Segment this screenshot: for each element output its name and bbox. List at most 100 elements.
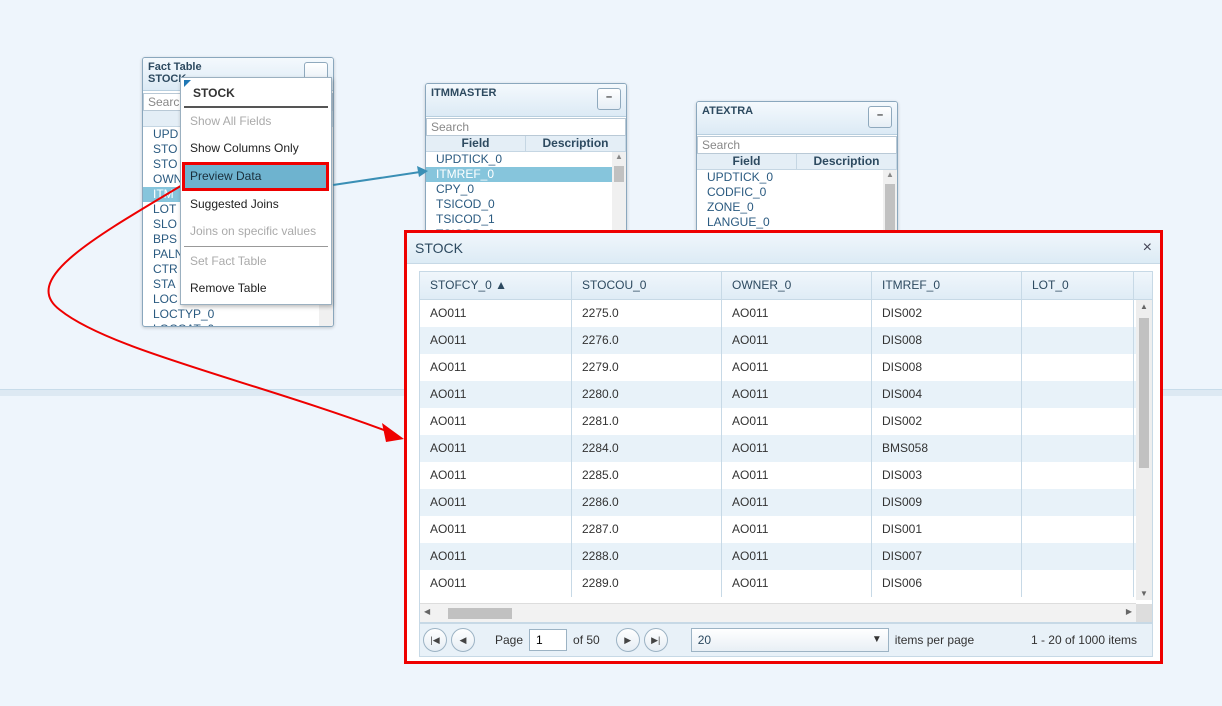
first-page-icon[interactable]: |◀ [423, 628, 447, 652]
table-cell [1022, 408, 1134, 435]
atextra-header[interactable]: ATEXTRA – [697, 102, 897, 135]
table-cell: 2280.0 [572, 381, 722, 408]
table-cell: AO011 [420, 462, 572, 489]
page-size-select[interactable]: 20 ▼ [690, 628, 889, 652]
menu-item-show-all-fields[interactable]: Show All Fields [181, 108, 331, 135]
itmmaster-table[interactable]: ITMMASTER – Search Field Description UPD… [425, 83, 627, 235]
menu-item-preview-data[interactable]: Preview Data [182, 162, 329, 191]
table-row[interactable]: AO011 2287.0 AO011 DIS001 [420, 516, 1152, 543]
table-cell: AO011 [722, 516, 872, 543]
table-row[interactable]: AO011 2281.0 AO011 DIS002 [420, 408, 1152, 435]
atextra-search-input[interactable]: Search [697, 136, 897, 154]
table-cell: DIS003 [872, 462, 1022, 489]
table-row[interactable]: AO011 2289.0 AO011 DIS006 [420, 570, 1152, 597]
table-cell [1022, 516, 1134, 543]
scroll-thumb[interactable] [885, 184, 895, 234]
field-list-item[interactable]: ZONE_0 [697, 200, 897, 215]
table-cell: 2275.0 [572, 300, 722, 327]
field-list-item[interactable]: LOCCAT_0 [143, 322, 333, 326]
table-cell [1022, 570, 1134, 597]
column-header-stocou[interactable]: STOCOU_0 [572, 272, 722, 299]
field-list-item[interactable]: CPY_0 [426, 182, 626, 197]
scroll-thumb[interactable] [614, 166, 624, 182]
table-cell: AO011 [722, 435, 872, 462]
table-cell [1022, 462, 1134, 489]
preview-grid[interactable]: STOFCY_0 ▲ STOCOU_0 OWNER_0 ITMREF_0 LOT… [419, 271, 1153, 623]
preview-data-dialog[interactable]: STOCK × STOFCY_0 ▲ STOCOU_0 OWNER_0 ITMR… [404, 230, 1163, 664]
table-cell: AO011 [722, 408, 872, 435]
scroll-up-icon[interactable]: ▲ [612, 152, 626, 161]
page-label: Page [495, 633, 524, 647]
menu-item-remove-table[interactable]: Remove Table [181, 275, 331, 302]
page-size-value: 20 [697, 633, 712, 647]
field-list-item[interactable]: LANGUE_0 [697, 215, 897, 230]
itmmaster-header[interactable]: ITMMASTER – [426, 84, 626, 117]
table-cell: 2288.0 [572, 543, 722, 570]
itmmaster-title: ITMMASTER [431, 87, 497, 99]
scroll-up-icon[interactable]: ▲ [1140, 302, 1148, 311]
last-page-icon[interactable]: ▶| [643, 628, 668, 652]
atextra-scrollbar[interactable]: ▲ [883, 170, 897, 234]
scroll-right-icon[interactable]: ▶ [1126, 607, 1132, 616]
grid-horizontal-scrollbar[interactable]: ◀ ▶ [420, 603, 1136, 622]
field-list-item[interactable]: ITMREF_0 [426, 167, 626, 182]
grid-horizontal-thumb[interactable] [448, 608, 512, 619]
table-cell: AO011 [722, 543, 872, 570]
dialog-titlebar[interactable]: STOCK × [407, 233, 1160, 264]
grid-vertical-scrollbar[interactable]: ▲ ▼ [1136, 300, 1152, 600]
itmmaster-field-list[interactable]: UPDTICK_0ITMREF_0CPY_0TSICOD_0TSICOD_1TS… [426, 152, 626, 234]
minimize-button[interactable]: – [597, 88, 621, 110]
field-list-item[interactable]: UPDTICK_0 [426, 152, 626, 167]
table-row[interactable]: AO011 2284.0 AO011 BMS058 [420, 435, 1152, 462]
column-header-itmref[interactable]: ITMREF_0 [872, 272, 1022, 299]
table-row[interactable]: AO011 2285.0 AO011 DIS003 [420, 462, 1152, 489]
itmmaster-scrollbar[interactable]: ▲ [612, 152, 626, 234]
table-cell: AO011 [420, 570, 572, 597]
next-page-icon[interactable]: ▶ [615, 628, 640, 652]
scroll-down-icon[interactable]: ▼ [1140, 589, 1148, 598]
scroll-left-icon[interactable]: ◀ [424, 607, 430, 616]
table-row[interactable]: AO011 2276.0 AO011 DIS008 [420, 327, 1152, 354]
grid-vertical-thumb[interactable] [1139, 318, 1149, 468]
table-cell: AO011 [420, 489, 572, 516]
itmmaster-search-input[interactable]: Search [426, 118, 626, 136]
table-cell: 2281.0 [572, 408, 722, 435]
scroll-up-icon[interactable]: ▲ [883, 170, 897, 179]
field-list-item[interactable]: LOCTYP_0 [143, 307, 333, 322]
previous-page-icon[interactable]: ◀ [451, 628, 475, 652]
atextra-table[interactable]: ATEXTRA – Search Field Description UPDTI… [696, 101, 898, 235]
table-row[interactable]: AO011 2286.0 AO011 DIS009 [420, 489, 1152, 516]
field-list-item[interactable]: UPDTICK_0 [697, 170, 897, 185]
table-cell: AO011 [420, 300, 572, 327]
table-row[interactable]: AO011 2280.0 AO011 DIS004 [420, 381, 1152, 408]
table-context-menu[interactable]: STOCK Show All Fields Show Columns Only … [180, 77, 332, 305]
page-number-input[interactable]: 1 [529, 629, 568, 651]
table-cell: AO011 [722, 489, 872, 516]
table-cell: DIS008 [872, 354, 1022, 381]
field-list-item[interactable]: TSICOD_1 [426, 212, 626, 227]
scroll-corner [1136, 604, 1152, 622]
table-cell: DIS008 [872, 327, 1022, 354]
atextra-field-list[interactable]: UPDTICK_0 CODFIC_0 ZONE_0 LANGUE_0 ▲ [697, 170, 897, 234]
field-list-item[interactable]: CODFIC_0 [697, 185, 897, 200]
table-cell: AO011 [722, 570, 872, 597]
chevron-down-icon: ▼ [871, 634, 882, 645]
minimize-button[interactable]: – [868, 106, 892, 128]
field-list-item[interactable]: TSICOD_0 [426, 197, 626, 212]
column-header-lot[interactable]: LOT_0 [1022, 272, 1134, 299]
table-cell: 2276.0 [572, 327, 722, 354]
column-header-owner[interactable]: OWNER_0 [722, 272, 872, 299]
table-cell: AO011 [722, 300, 872, 327]
table-row[interactable]: AO011 2275.0 AO011 DIS002 [420, 300, 1152, 327]
column-header-stofcy[interactable]: STOFCY_0 ▲ [420, 272, 572, 299]
menu-item-set-fact-table[interactable]: Set Fact Table [181, 248, 331, 275]
menu-item-show-columns-only[interactable]: Show Columns Only [181, 135, 331, 162]
table-row[interactable]: AO011 2288.0 AO011 DIS007 [420, 543, 1152, 570]
fact-table-label: Fact Table [148, 61, 202, 73]
close-icon[interactable]: × [1143, 233, 1152, 263]
menu-item-suggested-joins[interactable]: Suggested Joins [181, 191, 331, 218]
table-row[interactable]: AO011 2279.0 AO011 DIS008 [420, 354, 1152, 381]
table-cell: 2285.0 [572, 462, 722, 489]
menu-item-joins-on-specific-values[interactable]: Joins on specific values [181, 218, 331, 245]
table-cell: AO011 [420, 435, 572, 462]
